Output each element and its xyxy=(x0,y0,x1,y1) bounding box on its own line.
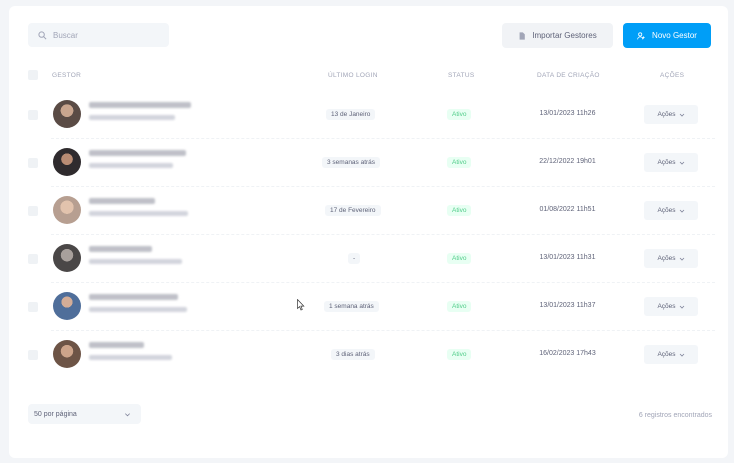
manager-name-redacted xyxy=(89,198,155,204)
status-badge: Ativo xyxy=(447,301,472,312)
table-row: 3 dias atrás Ativo 16/02/2023 17h43 Açõe… xyxy=(9,331,728,379)
created-date: 13/01/2023 11h26 xyxy=(539,110,596,117)
row-checkbox[interactable] xyxy=(28,302,38,312)
last-login-badge: 3 semanas atrás xyxy=(322,157,381,168)
search-box[interactable] xyxy=(28,23,169,47)
manager-email-redacted xyxy=(89,259,182,264)
last-login-badge: - xyxy=(348,253,361,264)
add-user-icon xyxy=(637,31,645,39)
row-checkbox[interactable] xyxy=(28,110,38,120)
status-badge: Ativo xyxy=(447,205,472,216)
row-checkbox[interactable] xyxy=(28,158,38,168)
avatar xyxy=(53,100,81,128)
avatar xyxy=(53,292,81,320)
actions-label: Ações xyxy=(657,207,676,214)
actions-label: Ações xyxy=(657,255,676,262)
created-date: 16/02/2023 17h43 xyxy=(539,350,596,357)
table-row: 17 de Fevereiro Ativo 01/08/2022 11h51 A… xyxy=(9,187,728,235)
new-manager-button[interactable]: Novo Gestor xyxy=(623,23,711,48)
manager-email-redacted xyxy=(89,211,188,216)
header-manager[interactable]: GESTOR xyxy=(52,72,81,79)
chevron-down-icon xyxy=(679,161,684,165)
created-date: 01/08/2022 11h51 xyxy=(539,206,596,213)
actions-label: Ações xyxy=(657,111,676,118)
table-row: 13 de Janeiro Ativo 13/01/2023 11h26 Açõ… xyxy=(9,91,728,139)
actions-label: Ações xyxy=(657,351,676,358)
actions-dropdown[interactable]: Ações xyxy=(644,153,698,172)
row-checkbox[interactable] xyxy=(28,206,38,216)
manager-name-redacted xyxy=(89,342,144,348)
manager-email-redacted xyxy=(89,307,187,312)
actions-dropdown[interactable]: Ações xyxy=(644,297,698,316)
manager-name-redacted xyxy=(89,150,186,156)
created-date: 22/12/2022 19h01 xyxy=(539,158,596,165)
actions-dropdown[interactable]: Ações xyxy=(644,249,698,268)
file-icon xyxy=(519,31,526,40)
table-row: - Ativo 13/01/2023 11h31 Ações xyxy=(9,235,728,283)
records-count: 6 registros encontrados xyxy=(638,412,712,419)
actions-dropdown[interactable]: Ações xyxy=(644,345,698,364)
actions-dropdown[interactable]: Ações xyxy=(644,201,698,220)
status-badge: Ativo xyxy=(447,157,472,168)
manager-email-redacted xyxy=(89,115,175,120)
chevron-down-icon xyxy=(679,353,684,357)
status-badge: Ativo xyxy=(447,253,472,264)
table-row: 3 semanas atrás Ativo 22/12/2022 19h01 A… xyxy=(9,139,728,187)
header-created[interactable]: DATA DE CRIAÇÃO xyxy=(537,72,600,79)
manager-name-redacted xyxy=(89,294,178,300)
chevron-down-icon xyxy=(679,305,684,309)
chevron-down-icon xyxy=(679,113,684,117)
import-managers-button[interactable]: Importar Gestores xyxy=(502,23,613,48)
actions-label: Ações xyxy=(657,303,676,310)
search-input[interactable] xyxy=(53,30,163,40)
select-all-checkbox[interactable] xyxy=(28,70,38,80)
actions-dropdown[interactable]: Ações xyxy=(644,105,698,124)
status-badge: Ativo xyxy=(447,109,472,120)
table-row: 1 semana atrás Ativo 13/01/2023 11h37 Aç… xyxy=(9,283,728,331)
search-icon xyxy=(38,30,47,39)
created-date: 13/01/2023 11h31 xyxy=(539,254,596,261)
import-managers-label: Importar Gestores xyxy=(532,31,597,40)
last-login-badge: 1 semana atrás xyxy=(324,301,379,312)
row-checkbox[interactable] xyxy=(28,350,38,360)
last-login-badge: 17 de Fevereiro xyxy=(325,205,381,216)
row-checkbox[interactable] xyxy=(28,254,38,264)
last-login-badge: 3 dias atrás xyxy=(331,349,375,360)
chevron-down-icon xyxy=(125,412,130,416)
header-last-login[interactable]: ÚLTIMO LOGIN xyxy=(328,72,378,79)
actions-label: Ações xyxy=(657,159,676,166)
avatar xyxy=(53,244,81,272)
manager-name-redacted xyxy=(89,102,191,108)
last-login-badge: 13 de Janeiro xyxy=(326,109,376,120)
per-page-label: 50 por página xyxy=(34,410,77,418)
avatar xyxy=(53,196,81,224)
mouse-cursor-icon xyxy=(297,299,305,311)
chevron-down-icon xyxy=(679,257,684,261)
chevron-down-icon xyxy=(679,209,684,213)
managers-card: Importar Gestores Novo Gestor GESTOR ÚLT… xyxy=(9,6,728,458)
created-date: 13/01/2023 11h37 xyxy=(539,302,596,309)
manager-email-redacted xyxy=(89,163,173,168)
per-page-select[interactable]: 50 por página xyxy=(28,404,141,424)
manager-name-redacted xyxy=(89,246,152,252)
new-manager-label: Novo Gestor xyxy=(652,31,697,40)
avatar xyxy=(53,148,81,176)
manager-email-redacted xyxy=(89,355,172,360)
header-status[interactable]: STATUS xyxy=(448,72,474,79)
avatar xyxy=(53,340,81,368)
header-actions: AÇÕES xyxy=(660,72,685,79)
status-badge: Ativo xyxy=(447,349,472,360)
